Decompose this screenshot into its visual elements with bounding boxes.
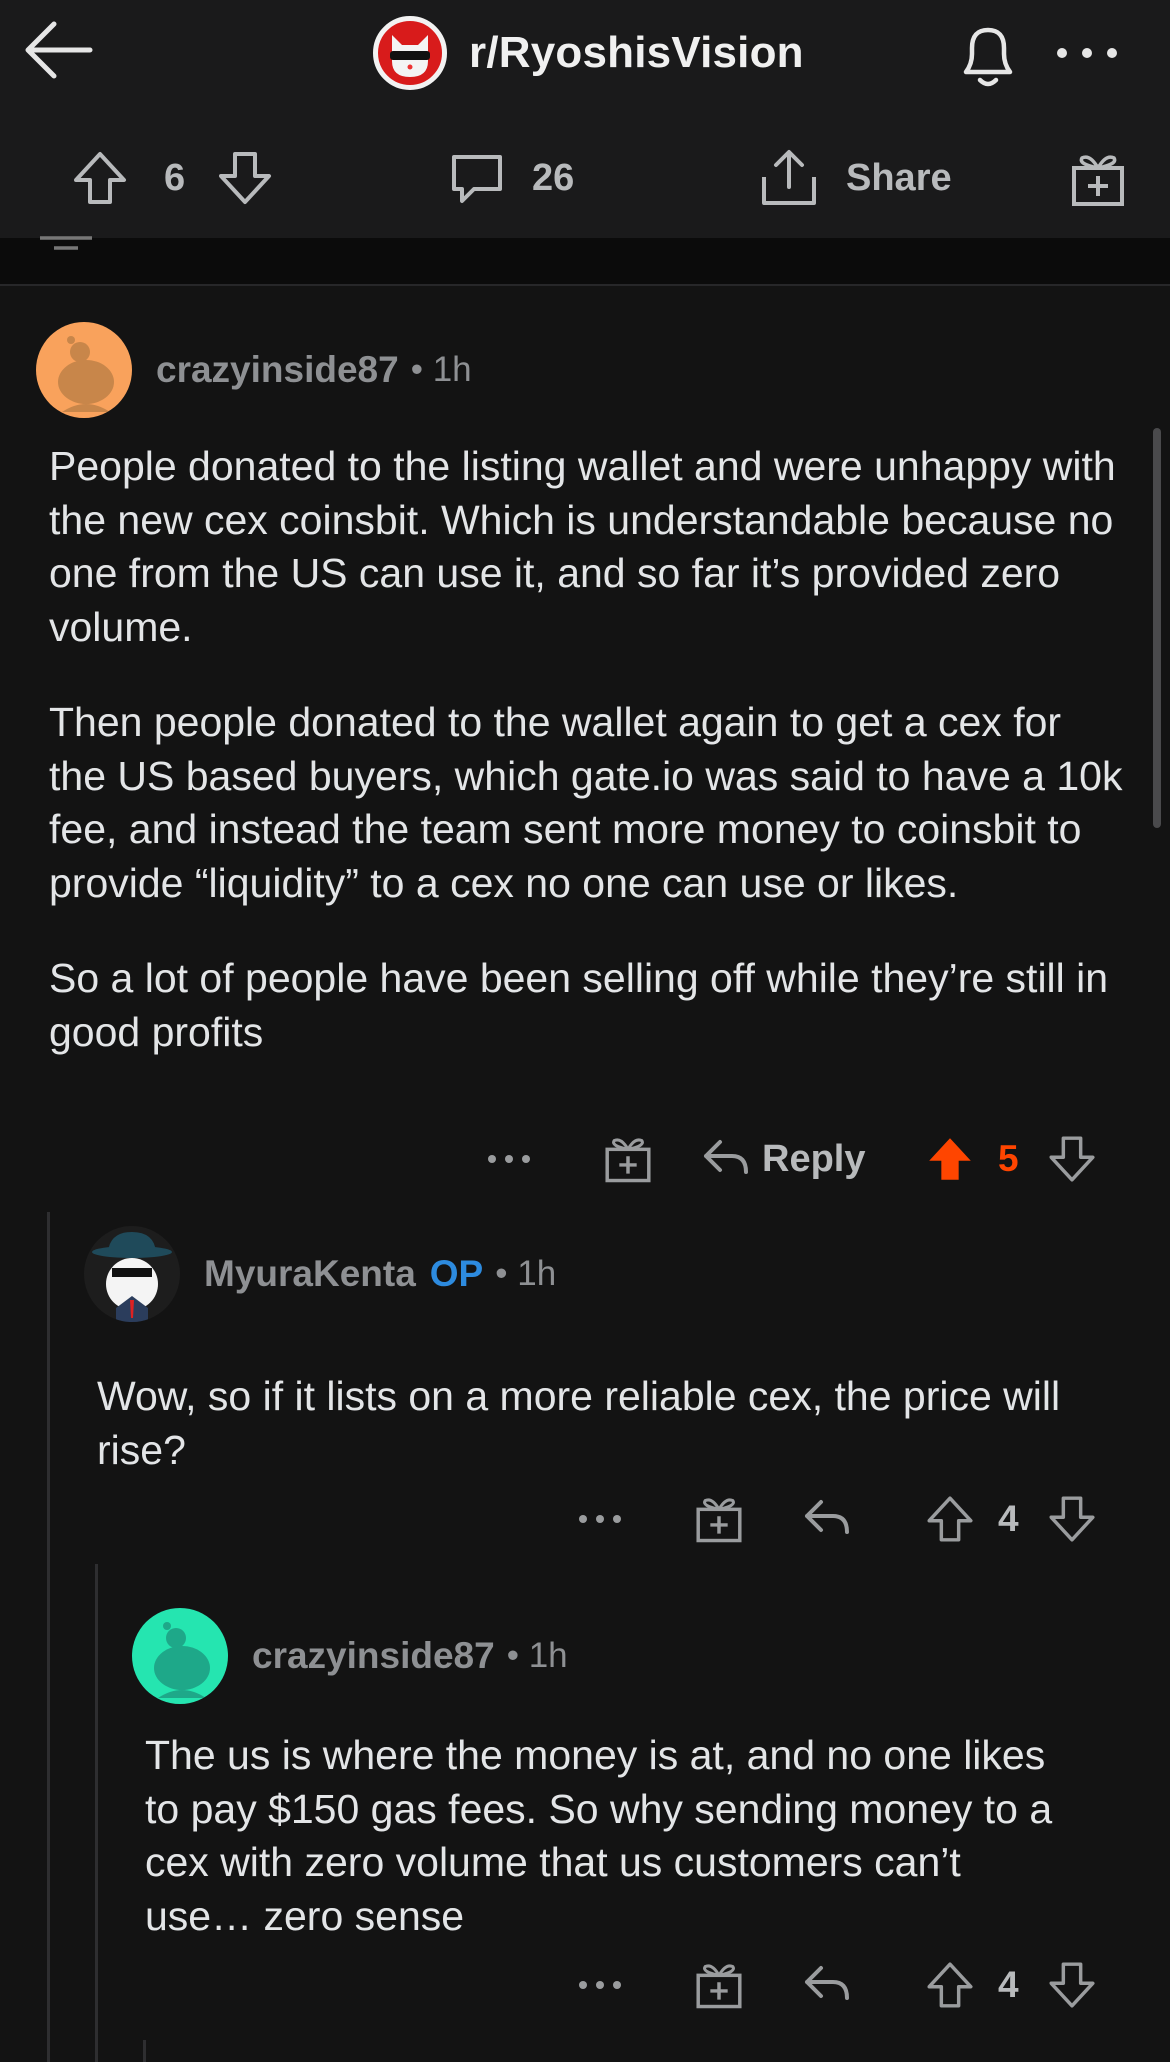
reply-arrow-icon[interactable] [801, 1960, 853, 2010]
gift-icon [1072, 155, 1124, 206]
comments-button[interactable]: 26 [446, 130, 574, 226]
comment-timestamp: • 1h [495, 1254, 557, 1293]
gift-icon[interactable] [693, 1492, 745, 1544]
comment-score: 5 [998, 1138, 1019, 1179]
comment-timestamp: • 1h [410, 350, 472, 389]
op-badge: OP [429, 1253, 484, 1294]
upvote-icon[interactable] [924, 1492, 976, 1546]
back-button[interactable] [22, 12, 98, 88]
upvote-icon[interactable] [70, 148, 130, 208]
comment-action-bar: Reply 5 [0, 1124, 1170, 1194]
comment-paragraph: Then people donated to the wallet again … [49, 699, 1123, 906]
scrollbar[interactable] [1153, 428, 1161, 828]
comment-username[interactable]: crazyinside87 [156, 349, 399, 391]
comment-paragraph: People donated to the listing wallet and… [49, 443, 1116, 650]
comment-header: MyuraKenta OP • 1h [84, 1226, 556, 1322]
award-button[interactable] [1068, 130, 1128, 226]
bell-icon [963, 27, 1013, 87]
comment-count: 26 [532, 156, 575, 199]
reply-arrow-icon[interactable] [801, 1494, 853, 1544]
share-icon [762, 150, 816, 205]
comment-header: crazyinside87 • 1h [132, 1608, 568, 1704]
more-horizontal-icon [1057, 48, 1117, 58]
subreddit-header[interactable]: r/RyoshisVision [373, 14, 804, 92]
notifications-button[interactable] [950, 16, 1026, 92]
avatar[interactable] [132, 1608, 228, 1704]
more-options-button[interactable] [1052, 28, 1122, 78]
comment-score: 4 [998, 1964, 1019, 2005]
reply-button[interactable]: Reply [762, 1138, 865, 1181]
post-action-bar: 6 26 Share [0, 130, 1170, 226]
upvote-icon[interactable] [924, 1958, 976, 2012]
thread-line[interactable] [47, 1212, 50, 2062]
comment-score: 4 [998, 1498, 1019, 1539]
upvote-active-icon[interactable] [924, 1132, 976, 1186]
reply-arrow-icon[interactable] [700, 1134, 752, 1184]
downvote-icon[interactable] [1046, 1958, 1098, 2012]
comment-paragraph: So a lot of people have been selling off… [49, 955, 1109, 1055]
comment-time: 1h [432, 350, 472, 389]
comment-action-bar: 4 [0, 1950, 1170, 2020]
avatar[interactable] [84, 1226, 180, 1322]
downvote-icon[interactable] [1046, 1132, 1098, 1186]
comment-header: crazyinside87 • 1h [36, 322, 472, 418]
comment-bubble-icon [452, 155, 502, 203]
thread-line[interactable] [143, 2040, 146, 2062]
subreddit-name: r/RyoshisVision [469, 28, 804, 77]
avatar[interactable] [36, 322, 132, 418]
more-horizontal-icon[interactable] [486, 1139, 532, 1179]
gift-icon[interactable] [693, 1958, 745, 2010]
comment-body: The us is where the money is at, and no … [145, 1729, 1075, 1943]
share-label: Share [846, 156, 952, 199]
downvote-icon[interactable] [1046, 1492, 1098, 1546]
comment-body: People donated to the listing wallet and… [49, 440, 1129, 1059]
more-horizontal-icon[interactable] [577, 1965, 623, 2005]
arrow-left-icon [25, 21, 93, 79]
share-button[interactable]: Share [758, 130, 952, 226]
comment-body: Wow, so if it lists on a more reliable c… [97, 1370, 1137, 1477]
comment-username[interactable]: crazyinside87 [252, 1635, 495, 1677]
comment-action-bar: 4 [0, 1484, 1170, 1554]
post-vote-group: 6 [70, 130, 275, 226]
comment-time: 1h [517, 1254, 557, 1293]
downvote-icon[interactable] [215, 148, 275, 208]
post-vote-count: 6 [164, 156, 186, 199]
comment-username[interactable]: MyuraKenta [204, 1253, 416, 1295]
more-horizontal-icon[interactable] [577, 1499, 623, 1539]
comment-paragraph: Wow, so if it lists on a more reliable c… [97, 1373, 1061, 1473]
subreddit-avatar [373, 16, 447, 90]
gift-icon[interactable] [602, 1132, 654, 1184]
comment-time: 1h [528, 1636, 568, 1675]
divider-strip [0, 238, 1170, 286]
comment-paragraph: The us is where the money is at, and no … [145, 1732, 1053, 1939]
separator [0, 284, 1170, 286]
comment-timestamp: • 1h [506, 1636, 568, 1675]
tv-icon [40, 236, 92, 250]
